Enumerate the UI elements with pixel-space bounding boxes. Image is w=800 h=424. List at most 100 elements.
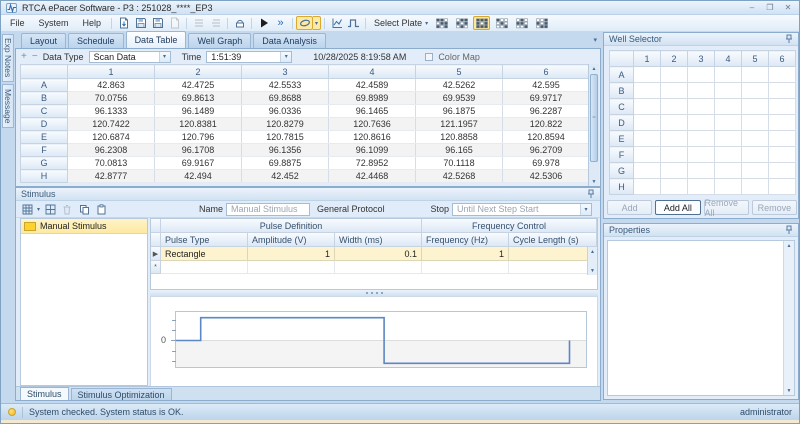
amplitude-cell[interactable]: 1	[248, 247, 335, 261]
minimize-button[interactable]: ‒	[746, 3, 758, 12]
data-cell[interactable]: 96.2287	[503, 105, 590, 118]
well-row-header[interactable]: F	[610, 147, 634, 163]
plate-icon-4[interactable]	[493, 16, 510, 30]
plate-icon-3[interactable]	[473, 16, 490, 30]
run-icon[interactable]	[255, 16, 272, 30]
data-cell[interactable]: 120.7422	[68, 118, 155, 131]
data-type-select[interactable]: Scan Data ▾	[89, 51, 171, 63]
plate-icon-2[interactable]	[453, 16, 470, 30]
well-cell[interactable]	[688, 163, 715, 179]
well-cell[interactable]	[634, 179, 661, 195]
data-cell[interactable]: 42.494	[155, 170, 242, 183]
pulse-icon[interactable]	[345, 16, 362, 30]
corner-cell[interactable]	[21, 65, 68, 79]
highlight-tool-icon[interactable]	[296, 16, 313, 30]
data-cell[interactable]: 42.5262	[416, 79, 503, 92]
well-cell[interactable]	[715, 163, 742, 179]
menu-help[interactable]: Help	[76, 15, 109, 31]
data-cell[interactable]: 96.1489	[155, 105, 242, 118]
empty-cell[interactable]	[248, 261, 335, 274]
row-header[interactable]: E	[21, 131, 68, 144]
well-cell[interactable]	[634, 163, 661, 179]
well-row-header[interactable]: D	[610, 115, 634, 131]
well-cell[interactable]	[688, 131, 715, 147]
data-cell[interactable]: 120.8858	[416, 131, 503, 144]
scrollbar-thumb[interactable]: =	[590, 74, 598, 162]
data-cell[interactable]: 120.7636	[329, 118, 416, 131]
well-cell[interactable]	[769, 147, 796, 163]
pin-icon[interactable]	[785, 225, 793, 235]
data-cell[interactable]: 96.0336	[242, 105, 329, 118]
well-cell[interactable]	[688, 179, 715, 195]
well-cell[interactable]	[661, 115, 688, 131]
add-all-button[interactable]: Add All	[655, 200, 700, 215]
new-experiment-icon[interactable]	[115, 16, 132, 30]
tab-layout[interactable]: Layout	[21, 33, 66, 48]
data-cell[interactable]: 96.1333	[68, 105, 155, 118]
well-column-header[interactable]: 6	[769, 51, 796, 67]
stimulus-list-item[interactable]: Manual Stimulus	[21, 219, 147, 234]
row-header[interactable]: D	[21, 118, 68, 131]
well-column-header[interactable]: 1	[634, 51, 661, 67]
tab-well-graph[interactable]: Well Graph	[188, 33, 251, 48]
scroll-up-icon[interactable]: ▲	[588, 247, 597, 256]
well-cell[interactable]	[715, 83, 742, 99]
empty-cell[interactable]	[335, 261, 422, 274]
menu-system[interactable]: System	[32, 15, 76, 31]
data-cell[interactable]: 42.452	[242, 170, 329, 183]
well-cell[interactable]	[661, 99, 688, 115]
frequency-cell[interactable]: 1	[422, 247, 509, 261]
well-cell[interactable]	[769, 131, 796, 147]
well-cell[interactable]	[742, 131, 769, 147]
well-cell[interactable]	[769, 83, 796, 99]
data-cell[interactable]: 70.0756	[68, 92, 155, 105]
well-cell[interactable]	[634, 147, 661, 163]
well-cell[interactable]	[634, 131, 661, 147]
data-cell[interactable]: 120.7815	[242, 131, 329, 144]
well-cell[interactable]	[661, 179, 688, 195]
well-cell[interactable]	[742, 179, 769, 195]
row-header[interactable]: F	[21, 144, 68, 157]
insert-stimulus-icon[interactable]	[43, 203, 57, 216]
data-cell[interactable]: 69.9539	[416, 92, 503, 105]
well-cell[interactable]	[742, 115, 769, 131]
skip-forward-icon[interactable]: »	[272, 16, 289, 30]
data-cell[interactable]: 42.863	[68, 79, 155, 92]
tab-stimulus[interactable]: Stimulus	[20, 387, 69, 400]
data-cell[interactable]: 72.8952	[329, 157, 416, 170]
well-cell[interactable]	[634, 83, 661, 99]
well-cell[interactable]	[634, 99, 661, 115]
row-header[interactable]: B	[21, 92, 68, 105]
well-cell[interactable]	[661, 131, 688, 147]
data-cell[interactable]: 96.165	[416, 144, 503, 157]
data-cell[interactable]: 42.5533	[242, 79, 329, 92]
remove-all-button[interactable]: Remove All	[704, 200, 749, 215]
data-cell[interactable]: 120.8616	[329, 131, 416, 144]
eject-plate-icon[interactable]	[231, 16, 248, 30]
data-cell[interactable]: 69.8613	[155, 92, 242, 105]
data-cell[interactable]: 69.8688	[242, 92, 329, 105]
well-cell[interactable]	[688, 83, 715, 99]
col-frequency[interactable]: Frequency (Hz)	[422, 233, 509, 247]
well-cell[interactable]	[742, 147, 769, 163]
pulse-type-cell[interactable]: Rectangle	[161, 247, 248, 261]
scroll-up-icon[interactable]: ▲	[784, 241, 794, 250]
well-column-header[interactable]: 5	[742, 51, 769, 67]
time-select[interactable]: 1:51:39 ▾	[206, 51, 292, 63]
plate-icon-1[interactable]	[433, 16, 450, 30]
data-cell[interactable]: 96.2308	[68, 144, 155, 157]
row-header[interactable]: A	[21, 79, 68, 92]
data-cell[interactable]: 42.4725	[155, 79, 242, 92]
color-map-checkbox[interactable]	[425, 53, 433, 61]
data-cell[interactable]: 69.978	[503, 157, 590, 170]
well-cell[interactable]	[661, 147, 688, 163]
well-cell[interactable]	[688, 99, 715, 115]
data-cell[interactable]: 120.8279	[242, 118, 329, 131]
data-cell[interactable]: 69.9167	[155, 157, 242, 170]
tab-schedule[interactable]: Schedule	[68, 33, 124, 48]
stacked-lines-icon[interactable]	[207, 16, 224, 30]
well-row-header[interactable]: C	[610, 99, 634, 115]
export-icon[interactable]	[166, 16, 183, 30]
row-header[interactable]: H	[21, 170, 68, 183]
data-cell[interactable]: 69.8989	[329, 92, 416, 105]
